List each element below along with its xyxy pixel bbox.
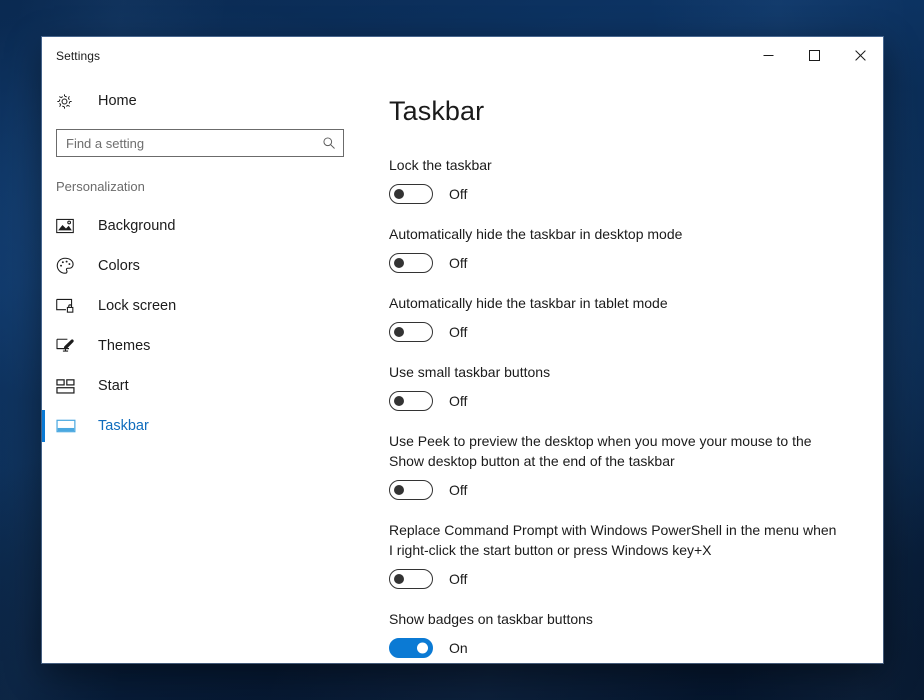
toggle-knob bbox=[394, 258, 404, 268]
palette-icon bbox=[56, 257, 82, 275]
toggle-row: Off bbox=[389, 253, 883, 273]
setting-show-badges: Show badges on taskbar buttons On bbox=[389, 609, 883, 658]
sidebar-item-lock-screen[interactable]: Lock screen bbox=[42, 286, 386, 326]
sidebar-item-home[interactable]: Home bbox=[42, 82, 386, 120]
toggle-state-label: Off bbox=[449, 571, 468, 587]
toggle-switch[interactable] bbox=[389, 391, 433, 411]
themes-icon bbox=[56, 338, 82, 355]
desktop-background: Settings Home Find a setting Personaliza… bbox=[0, 0, 924, 700]
sidebar-item-themes[interactable]: Themes bbox=[42, 326, 386, 366]
minimize-button[interactable] bbox=[745, 37, 791, 74]
sidebar-item-label: Start bbox=[98, 378, 129, 394]
setting-label: Show badges on taskbar buttons bbox=[389, 611, 593, 627]
sidebar: Home Personalization bbox=[42, 74, 386, 663]
toggle-row: Off bbox=[389, 391, 883, 411]
sidebar-item-label: Themes bbox=[98, 338, 151, 354]
setting-lock-the-taskbar: Lock the taskbar Off bbox=[389, 155, 883, 204]
sidebar-item-label: Home bbox=[98, 93, 137, 109]
toggle-knob bbox=[394, 327, 404, 337]
toggle-row: Off bbox=[389, 569, 883, 589]
sidebar-item-label: Taskbar bbox=[98, 418, 149, 434]
toggle-knob bbox=[394, 574, 404, 584]
toggle-knob bbox=[417, 642, 428, 654]
setting-label: Lock the taskbar bbox=[389, 157, 492, 173]
sidebar-item-label: Background bbox=[98, 218, 176, 234]
window-body: Home Personalization bbox=[42, 74, 883, 663]
search-icon[interactable] bbox=[315, 136, 343, 150]
taskbar-icon bbox=[56, 419, 82, 433]
setting-small-buttons: Use small taskbar buttons Off bbox=[389, 362, 883, 411]
maximize-button[interactable] bbox=[791, 37, 837, 74]
setting-replace-command-prompt: Replace Command Prompt with Windows Powe… bbox=[389, 520, 883, 589]
window-title: Settings bbox=[56, 48, 101, 63]
setting-label: Use small taskbar buttons bbox=[389, 364, 551, 380]
setting-label: Use Peek to preview the desktop when you… bbox=[389, 433, 812, 469]
sidebar-item-label: Colors bbox=[98, 258, 140, 274]
toggle-knob bbox=[394, 189, 404, 199]
main-content: Taskbar Lock the taskbar Off Automatical… bbox=[386, 74, 883, 663]
toggle-switch[interactable] bbox=[389, 253, 433, 273]
gear-icon bbox=[56, 93, 82, 110]
toggle-state-label: Off bbox=[449, 482, 468, 498]
toggle-switch[interactable] bbox=[389, 322, 433, 342]
toggle-state-label: Off bbox=[449, 393, 468, 409]
sidebar-item-label: Lock screen bbox=[98, 298, 177, 314]
toggle-switch[interactable] bbox=[389, 638, 433, 658]
toggle-state-label: Off bbox=[449, 324, 468, 340]
start-tiles-icon bbox=[56, 378, 82, 394]
minimize-icon bbox=[763, 55, 773, 56]
setting-use-peek: Use Peek to preview the desktop when you… bbox=[389, 431, 883, 500]
maximize-icon bbox=[808, 50, 820, 61]
sidebar-item-start[interactable]: Start bbox=[42, 366, 386, 406]
toggle-knob bbox=[394, 485, 404, 495]
search-box[interactable] bbox=[56, 129, 344, 157]
lock-screen-icon bbox=[56, 298, 82, 314]
close-button[interactable] bbox=[837, 37, 883, 74]
toggle-row: Off bbox=[389, 184, 883, 204]
toggle-row: On bbox=[389, 638, 883, 658]
toggle-knob bbox=[394, 396, 404, 406]
picture-icon bbox=[56, 218, 82, 234]
toggle-state-label: Off bbox=[449, 186, 468, 202]
toggle-state-label: Off bbox=[449, 255, 468, 271]
toggle-row: Off bbox=[389, 480, 883, 500]
toggle-switch[interactable] bbox=[389, 569, 433, 589]
close-icon bbox=[854, 50, 866, 61]
title-bar[interactable]: Settings bbox=[42, 37, 883, 74]
sidebar-item-taskbar[interactable]: Taskbar bbox=[42, 406, 386, 446]
setting-label: Automatically hide the taskbar in deskto… bbox=[389, 226, 683, 242]
setting-autohide-tablet: Automatically hide the taskbar in tablet… bbox=[389, 293, 883, 342]
toggle-switch[interactable] bbox=[389, 480, 433, 500]
setting-label: Automatically hide the taskbar in tablet… bbox=[389, 295, 668, 311]
sidebar-group-label: Personalization bbox=[56, 179, 145, 194]
sidebar-item-background[interactable]: Background bbox=[42, 206, 386, 246]
sidebar-item-colors[interactable]: Colors bbox=[42, 246, 386, 286]
settings-window: Settings Home Find a setting Personaliza… bbox=[42, 37, 883, 663]
setting-label: Replace Command Prompt with Windows Powe… bbox=[389, 522, 837, 558]
selection-accent-bar bbox=[42, 410, 45, 442]
setting-autohide-desktop: Automatically hide the taskbar in deskto… bbox=[389, 224, 883, 273]
toggle-row: Off bbox=[389, 322, 883, 342]
page-title: Taskbar bbox=[389, 96, 485, 126]
toggle-switch[interactable] bbox=[389, 184, 433, 204]
search-input[interactable] bbox=[57, 135, 315, 151]
toggle-state-label: On bbox=[449, 640, 468, 656]
window-controls bbox=[745, 37, 883, 74]
